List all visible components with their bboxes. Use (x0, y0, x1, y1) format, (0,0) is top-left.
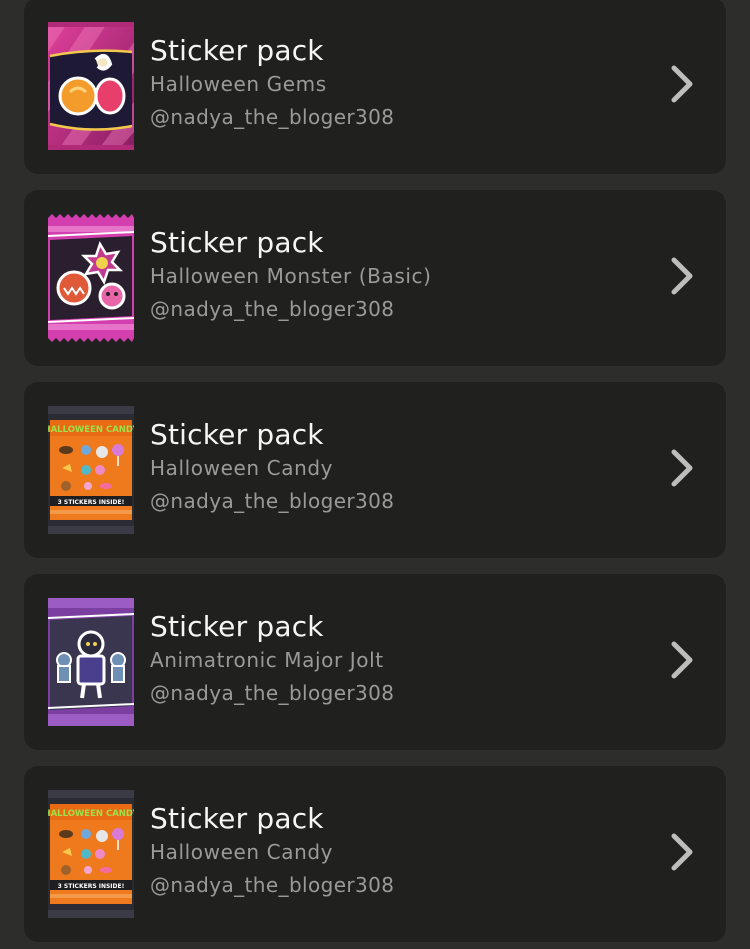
pack-author: @nadya_the_bloger308 (150, 681, 395, 705)
sticker-pack-card[interactable]: HALLOWEEN CANDY 3 STICKERS INSIDE! Stick… (24, 382, 726, 558)
pack-title: Sticker pack (150, 610, 324, 643)
pack-footer: 3 STICKERS INSIDE! (58, 883, 125, 890)
chevron-right-icon (668, 64, 696, 104)
pack-footer: 3 STICKERS INSIDE! (58, 499, 125, 506)
sticker-pack-list: Sticker pack Halloween Gems @nadya_the_b… (0, 0, 750, 949)
halloween-gems-pack-icon (48, 22, 134, 150)
sticker-pack-card[interactable]: Sticker pack Halloween Monster (Basic) @… (24, 190, 726, 366)
chevron-right-icon (668, 640, 696, 680)
pack-author: @nadya_the_bloger308 (150, 297, 395, 321)
pack-author: @nadya_the_bloger308 (150, 873, 395, 897)
halloween-monster-pack-icon (48, 214, 134, 342)
pack-name: Halloween Candy (150, 840, 334, 864)
pack-title: Sticker pack (150, 226, 324, 259)
sticker-pack-card[interactable]: Sticker pack Halloween Gems @nadya_the_b… (24, 0, 726, 174)
pack-title: Sticker pack (150, 802, 324, 835)
pack-author: @nadya_the_bloger308 (150, 105, 395, 129)
sticker-pack-card[interactable]: HALLOWEEN CANDY 3 STICKERS INSIDE! Stick… (24, 766, 726, 942)
chevron-right-icon (668, 256, 696, 296)
chevron-right-icon (668, 448, 696, 488)
chevron-right-icon (668, 832, 696, 872)
pack-title: Sticker pack (150, 34, 324, 67)
pack-title: Sticker pack (150, 418, 324, 451)
pack-author: @nadya_the_bloger308 (150, 489, 395, 513)
pack-name: Animatronic Major Jolt (150, 648, 384, 672)
animatronic-pack-icon (48, 598, 134, 726)
halloween-candy-pack-icon: HALLOWEEN CANDY 3 STICKERS INSIDE! (48, 406, 134, 534)
halloween-candy-pack-icon: HALLOWEEN CANDY 3 STICKERS INSIDE! (48, 790, 134, 918)
sticker-pack-card[interactable]: Sticker pack Animatronic Major Jolt @nad… (24, 574, 726, 750)
pack-banner: HALLOWEEN CANDY (48, 425, 134, 435)
pack-name: Halloween Gems (150, 72, 327, 96)
pack-banner: HALLOWEEN CANDY (48, 809, 134, 819)
pack-name: Halloween Candy (150, 456, 334, 480)
pack-name: Halloween Monster (Basic) (150, 264, 432, 288)
